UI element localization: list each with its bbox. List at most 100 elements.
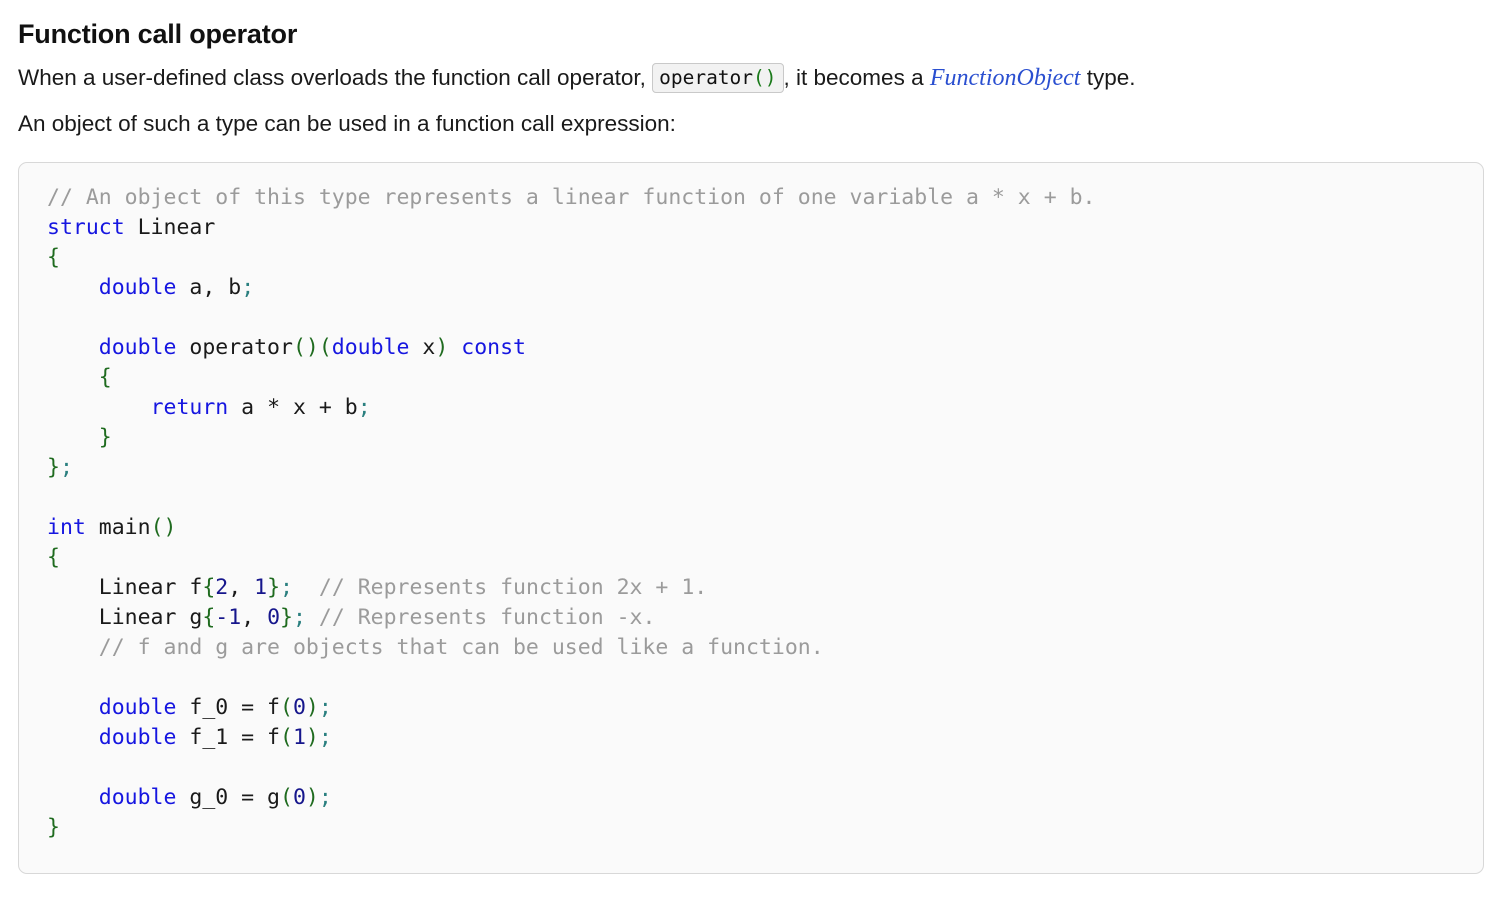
intro-text-before-code: When a user-defined class overloads the … <box>18 65 653 90</box>
code-token: ; <box>318 725 332 750</box>
code-token: 0 <box>292 785 306 810</box>
article-page: Function call operator When a user-defin… <box>0 0 1502 874</box>
code-token: { <box>47 245 60 270</box>
code-token: 2 <box>215 575 229 600</box>
code-token: ; <box>241 275 255 300</box>
code-token: struct <box>47 215 125 240</box>
code-line: Linear g{-1, 0}; // Represents function … <box>47 605 656 630</box>
code-token: ( <box>280 695 293 720</box>
code-token: const <box>461 335 526 360</box>
inline-code-identifier: operator <box>659 66 754 89</box>
code-token: ; <box>318 695 332 720</box>
code-token: main <box>85 515 151 540</box>
code-token: { <box>98 365 112 390</box>
code-token: ) <box>435 335 449 360</box>
code-token: operator <box>176 335 293 360</box>
code-token: // Represents function -x. <box>318 605 656 630</box>
code-token: } <box>98 425 112 450</box>
intro-paragraph: When a user-defined class overloads the … <box>18 55 1484 101</box>
code-token: ) <box>305 695 319 720</box>
function-object-link[interactable]: FunctionObject <box>930 65 1081 91</box>
inline-code-parens: () <box>753 66 777 89</box>
code-token: Linear <box>124 215 216 240</box>
code-token: a * x + b <box>228 395 358 420</box>
code-token: -1 <box>215 605 242 630</box>
code-token: ; <box>318 785 332 810</box>
code-token: double <box>98 785 177 810</box>
code-token: , <box>228 575 255 600</box>
intro-text-after-code: , it becomes a <box>783 65 930 90</box>
intro-text-after-link: type. <box>1080 65 1136 90</box>
code-token: ( <box>280 725 293 750</box>
code-token: ()( <box>292 335 332 360</box>
code-line: double f_0 = f(0); <box>47 695 332 720</box>
code-token: { <box>202 605 216 630</box>
code-token: int <box>47 515 86 540</box>
code-token: () <box>150 515 177 540</box>
code-token: Linear f <box>47 575 203 600</box>
code-token: , <box>241 605 268 630</box>
code-token: { <box>47 545 60 570</box>
code-token: double <box>331 335 410 360</box>
code-token: ) <box>305 725 319 750</box>
code-token: f_0 = f <box>176 695 281 720</box>
code-token: } <box>280 605 293 630</box>
code-line: // An object of this type represents a l… <box>47 185 1095 210</box>
code-line: struct Linear <box>47 215 215 240</box>
code-line: double g_0 = g(0); <box>47 785 332 810</box>
code-token: double <box>98 335 177 360</box>
code-token: x <box>409 335 436 360</box>
code-token: // Represents function 2x + 1. <box>318 575 708 600</box>
code-line: { <box>47 365 112 390</box>
inline-code-operator: operator() <box>652 63 784 93</box>
code-token: // An object of this type represents a l… <box>47 185 1096 210</box>
code-line: { <box>47 245 60 270</box>
code-token: { <box>202 575 216 600</box>
code-token: // f and g are objects that can be used … <box>98 635 824 660</box>
code-token: return <box>150 395 229 420</box>
code-line: double a, b; <box>47 275 254 300</box>
code-token: Linear g <box>47 605 203 630</box>
code-token: } <box>267 575 281 600</box>
code-line: // f and g are objects that can be used … <box>47 635 824 660</box>
code-line: int main() <box>47 515 176 540</box>
code-line: double f_1 = f(1); <box>47 725 332 750</box>
code-line: return a * x + b; <box>47 395 371 420</box>
code-token: 0 <box>267 605 281 630</box>
code-line: double operator()(double x) const <box>47 335 526 360</box>
code-line: } <box>47 815 60 840</box>
code-token: a, b <box>176 275 242 300</box>
code-token: } <box>47 815 60 840</box>
code-content: // An object of this type represents a l… <box>47 183 1483 843</box>
code-block: // An object of this type represents a l… <box>18 162 1484 874</box>
code-token: ; <box>357 395 371 420</box>
second-paragraph: An object of such a type can be used in … <box>18 111 676 136</box>
code-token: 1 <box>254 575 268 600</box>
code-token: double <box>98 275 177 300</box>
code-token: ) <box>305 785 319 810</box>
code-token: 0 <box>292 695 306 720</box>
code-line: } <box>47 425 112 450</box>
code-token: ( <box>280 785 293 810</box>
code-token: g_0 = g <box>176 785 281 810</box>
code-line: { <box>47 545 60 570</box>
code-token: ; <box>292 605 306 630</box>
code-token: f_1 = f <box>176 725 281 750</box>
code-token: ; <box>59 455 73 480</box>
code-token: ; <box>280 575 293 600</box>
page-title: Function call operator <box>18 19 298 49</box>
code-token: double <box>98 695 177 720</box>
code-line: Linear f{2, 1}; // Represents function 2… <box>47 575 707 600</box>
